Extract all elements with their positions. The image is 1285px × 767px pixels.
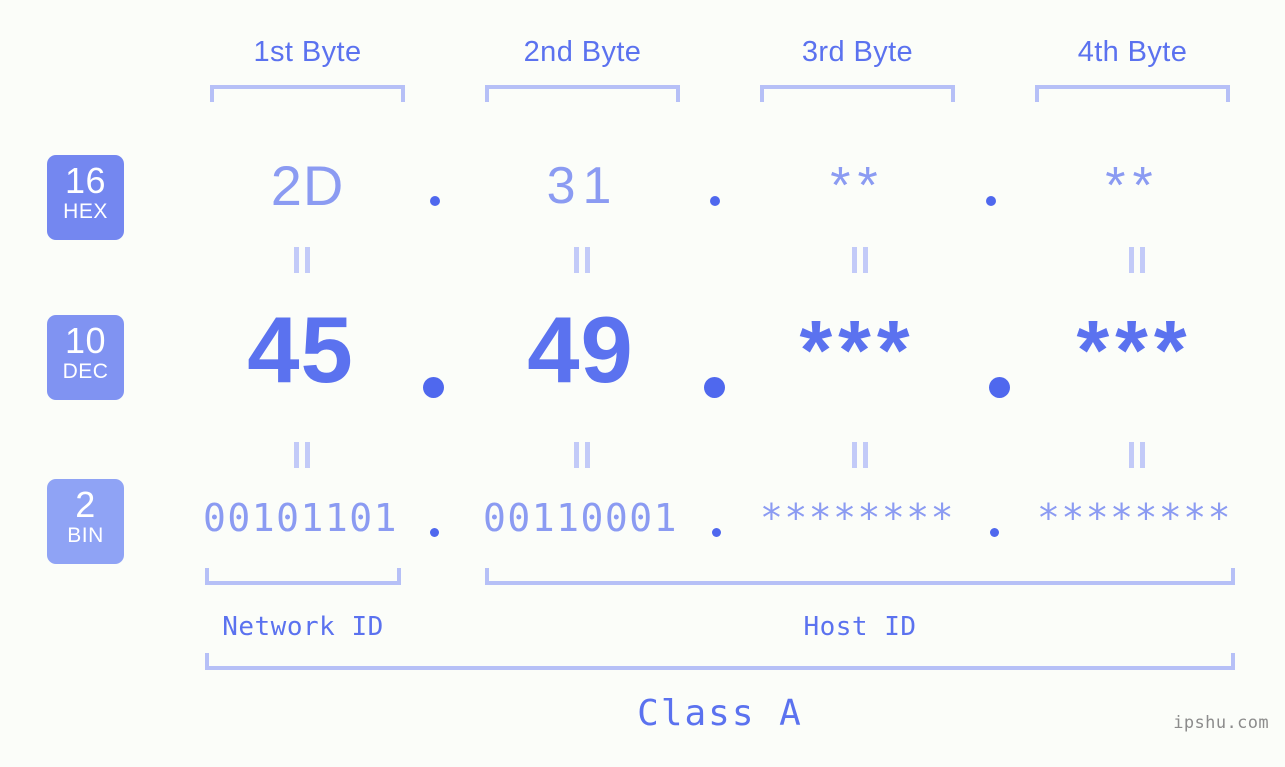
radix-badge-hex-name: HEX <box>63 200 108 223</box>
byte-bracket-2 <box>485 85 680 102</box>
equals-sign-hex-dec-1 <box>291 247 313 273</box>
equals-sign-dec-bin-4 <box>1126 442 1148 468</box>
byte-bracket-3 <box>760 85 955 102</box>
site-watermark: ipshu.com <box>1173 713 1269 733</box>
byte-bracket-4 <box>1035 85 1230 102</box>
equals-sign-dec-bin-1 <box>291 442 313 468</box>
equals-sign-hex-dec-2 <box>571 247 593 273</box>
byte-header-1: 1st Byte <box>253 36 362 68</box>
hex-value-byte-2: 31 <box>546 157 619 215</box>
dec-separator-dot-3 <box>989 377 1010 398</box>
radix-badge-dec: 10 DEC <box>47 315 124 400</box>
host-id-label: Host ID <box>803 612 917 642</box>
radix-badge-dec-base: 10 <box>64 320 107 361</box>
hex-separator-dot-1 <box>430 196 440 206</box>
bin-value-byte-2: 00110001 <box>483 496 679 540</box>
radix-badge-hex: 16 HEX <box>47 155 124 240</box>
bin-value-byte-3: ******** <box>760 496 956 540</box>
dec-value-byte-1: 45 <box>247 297 354 402</box>
radix-badge-dec-name: DEC <box>62 360 109 383</box>
byte-header-4: 4th Byte <box>1077 36 1188 68</box>
byte-bracket-1 <box>210 85 405 102</box>
radix-badge-bin: 2 BIN <box>47 479 124 564</box>
bin-separator-dot-3 <box>990 528 999 537</box>
class-label: Class A <box>637 693 803 734</box>
dec-separator-dot-1 <box>423 377 444 398</box>
host-id-bracket <box>485 568 1235 585</box>
equals-sign-hex-dec-4 <box>1126 247 1148 273</box>
radix-badge-bin-name: BIN <box>67 524 104 547</box>
equals-sign-dec-bin-2 <box>571 442 593 468</box>
bin-separator-dot-2 <box>712 528 721 537</box>
network-id-label: Network ID <box>222 612 384 642</box>
radix-badge-bin-base: 2 <box>75 484 96 525</box>
bin-value-byte-1: 00101101 <box>203 496 399 540</box>
ip-byte-breakdown-diagram: 1st Byte 2nd Byte 3rd Byte 4th Byte 16 H… <box>0 0 1285 767</box>
dec-value-byte-2: 49 <box>527 297 634 402</box>
hex-value-byte-3: ** <box>830 157 885 215</box>
bin-value-byte-4: ******** <box>1037 496 1233 540</box>
hex-separator-dot-2 <box>710 196 720 206</box>
radix-badge-hex-base: 16 <box>64 160 107 201</box>
class-bracket <box>205 653 1235 670</box>
dec-value-byte-4: *** <box>1076 303 1193 397</box>
equals-sign-hex-dec-3 <box>849 247 871 273</box>
network-id-bracket <box>205 568 401 585</box>
dec-separator-dot-2 <box>704 377 725 398</box>
byte-header-2: 2nd Byte <box>523 36 642 68</box>
hex-value-byte-4: ** <box>1105 157 1160 215</box>
hex-separator-dot-3 <box>986 196 996 206</box>
dec-value-byte-3: *** <box>799 303 916 397</box>
hex-value-byte-1: 2D <box>270 154 345 217</box>
equals-sign-dec-bin-3 <box>849 442 871 468</box>
byte-header-3: 3rd Byte <box>801 36 914 68</box>
bin-separator-dot-1 <box>430 528 439 537</box>
